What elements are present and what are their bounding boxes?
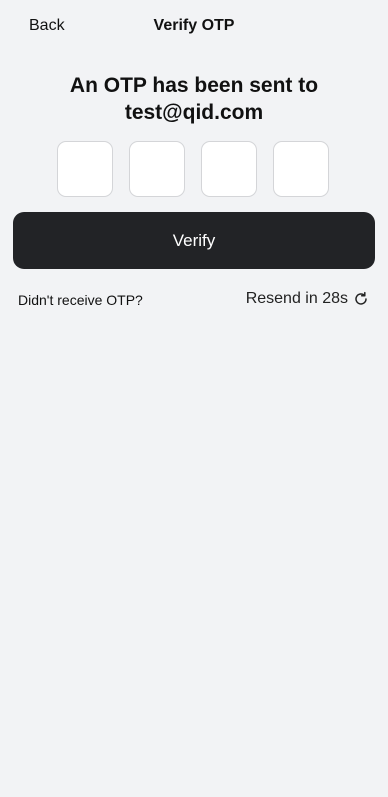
refresh-icon [353, 291, 369, 307]
resend-button[interactable]: Resend in 28s [246, 289, 369, 309]
otp-digit-2[interactable] [129, 141, 185, 197]
otp-heading-email: test@qid.com [124, 101, 264, 124]
otp-digit-1[interactable] [57, 141, 113, 197]
header: Back Verify OTP [0, 0, 388, 52]
otp-heading-line1: An OTP has been sent to [69, 74, 319, 97]
not-received-text: Didn't receive OTP? [18, 292, 143, 308]
otp-digit-3[interactable] [201, 141, 257, 197]
otp-heading: An OTP has been sent to test@qid.com [20, 72, 368, 126]
otp-digit-4[interactable] [273, 141, 329, 197]
verify-button[interactable]: Verify [13, 212, 375, 269]
resend-row: Didn't receive OTP? Resend in 28s [18, 289, 369, 309]
otp-input-row [57, 141, 329, 197]
page-title: Verify OTP [153, 17, 235, 34]
resend-countdown: Resend in 28s [245, 290, 348, 307]
